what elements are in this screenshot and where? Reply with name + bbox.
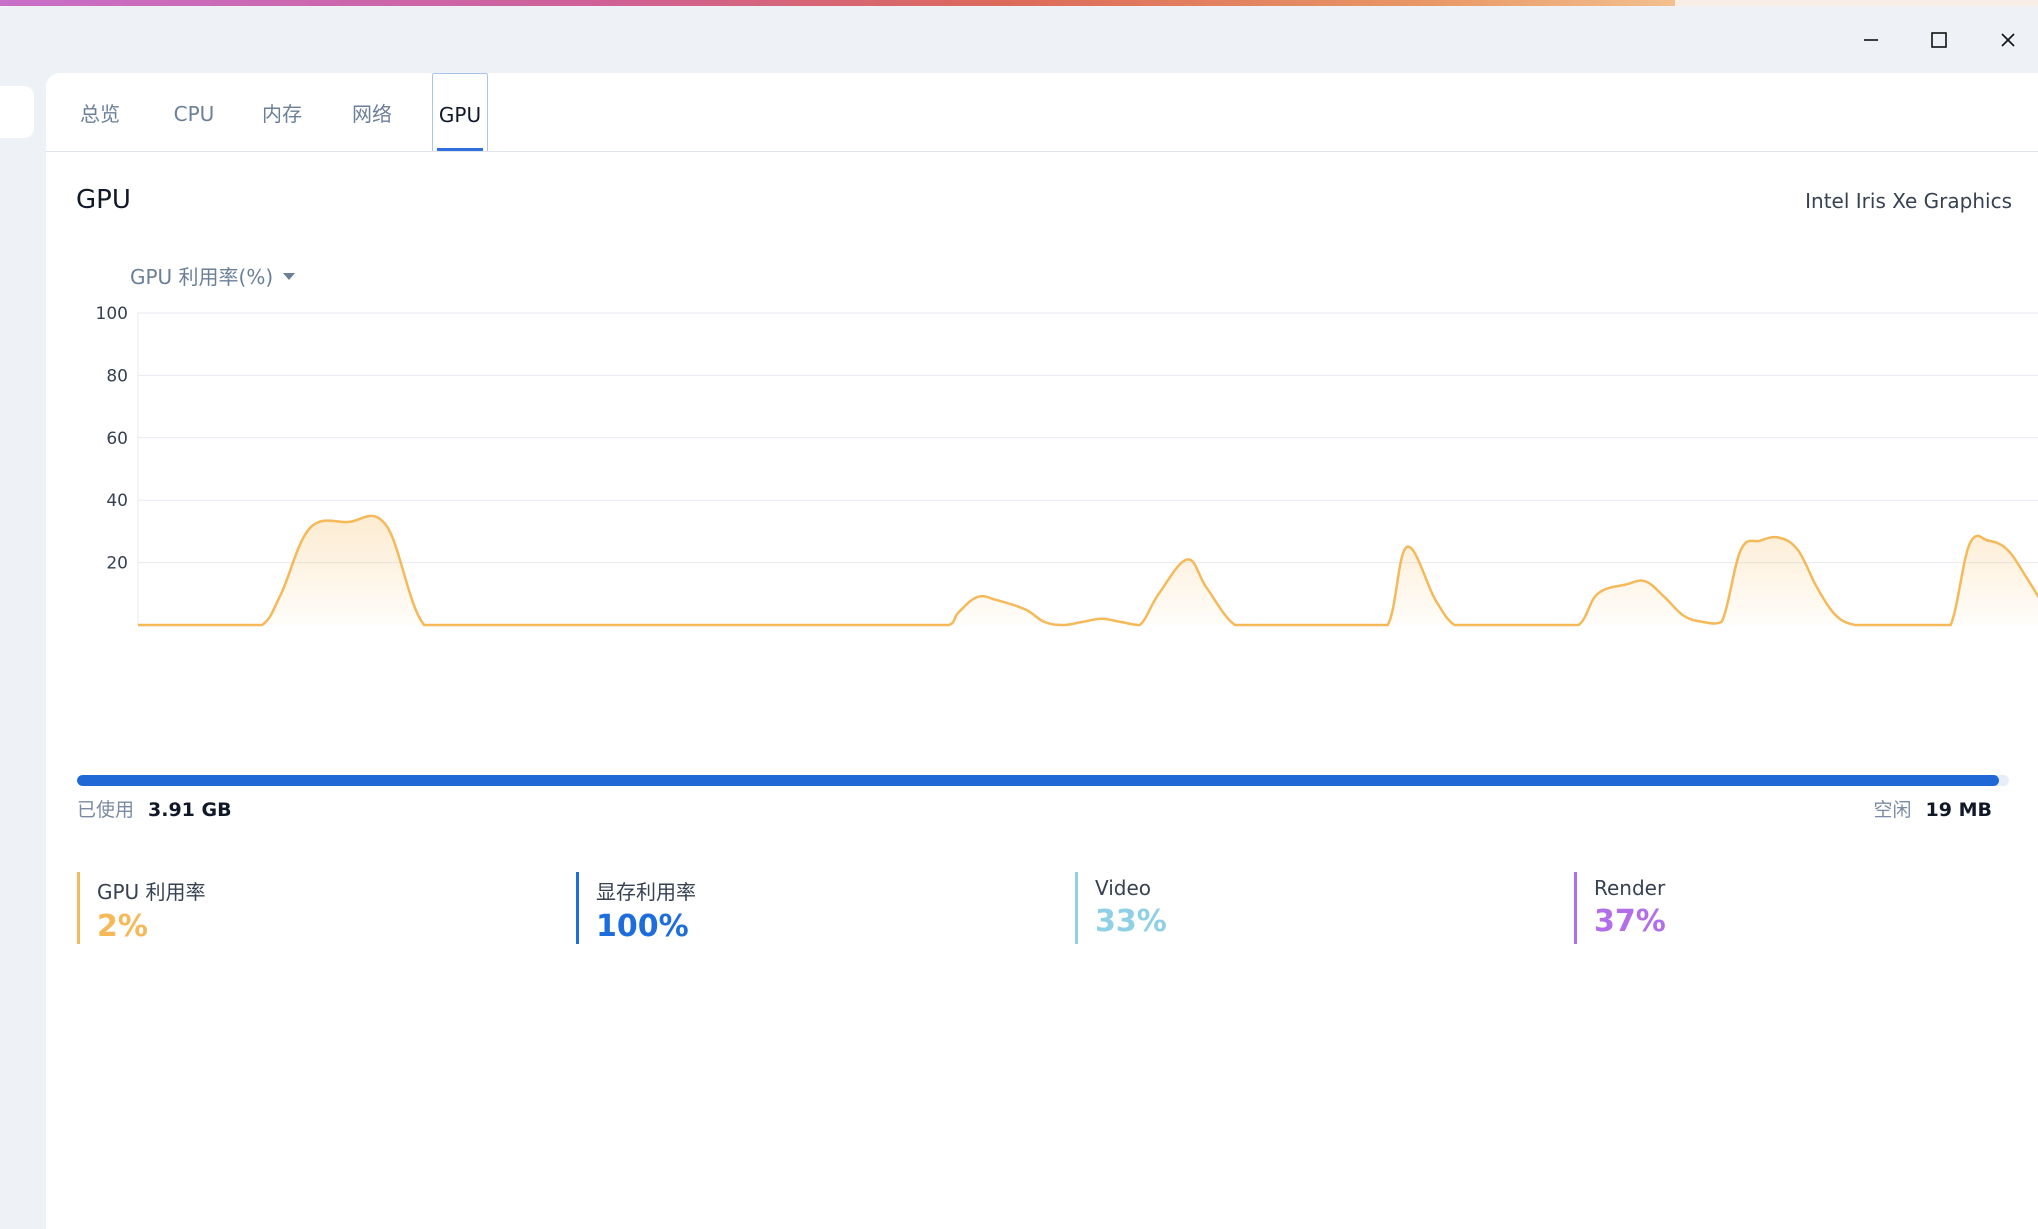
- memory-free: 空闲 19 MB: [1874, 795, 1992, 822]
- memory-usage-bar-fill: [77, 775, 2000, 786]
- stat-video: Video 33%: [1075, 872, 1167, 944]
- stat-color-bar: [1075, 872, 1078, 944]
- stat-label: Video: [1095, 876, 1152, 900]
- tab-overview[interactable]: 总览: [72, 73, 128, 151]
- stat-value: 2%: [97, 909, 148, 944]
- tab-cpu[interactable]: CPU: [166, 73, 222, 151]
- metric-dropdown-label: GPU 利用率(%): [130, 265, 274, 289]
- memory-used: 已使用 3.91 GB: [77, 795, 232, 822]
- page-title: GPU: [76, 185, 131, 215]
- y-tick-label: 20: [106, 554, 128, 574]
- caret-down-icon: [283, 273, 296, 280]
- gpu-usage-chart: 20 40 60 80 100: [96, 304, 2038, 627]
- stat-render: Render 37%: [1574, 872, 1666, 944]
- stat-color-bar: [1574, 872, 1577, 944]
- memory-free-value: 19 MB: [1925, 799, 1992, 821]
- stat-label: Render: [1594, 876, 1666, 900]
- tab-gpu-label: GPU: [438, 103, 482, 127]
- y-tick-label: 60: [106, 429, 128, 449]
- tab-active-indicator: [437, 148, 483, 151]
- close-icon: [2001, 33, 2015, 47]
- maximize-icon: [1931, 32, 1947, 48]
- y-tick-label: 80: [106, 366, 128, 386]
- tab-memory[interactable]: 内存: [254, 73, 310, 151]
- stat-color-bar: [77, 872, 80, 944]
- memory-used-label: 已使用: [77, 799, 135, 821]
- stat-label: GPU 利用率: [97, 880, 206, 904]
- stat-gpu-utilization: GPU 利用率 2%: [77, 872, 206, 944]
- memory-used-value: 3.91 GB: [148, 799, 232, 821]
- y-tick-label: 100: [96, 304, 128, 324]
- stat-value: 37%: [1594, 904, 1666, 939]
- tab-bar: 总览 CPU 内存 网络 GPU: [46, 73, 2038, 152]
- y-tick-label: 40: [106, 491, 128, 511]
- memory-usage-bar: [77, 775, 2009, 786]
- tab-gpu[interactable]: GPU: [432, 73, 488, 151]
- sidebar-edge: [0, 86, 34, 138]
- maximize-button[interactable]: [1911, 14, 1967, 66]
- stat-color-bar: [576, 872, 579, 944]
- stat-label: 显存利用率: [596, 880, 696, 904]
- stat-value: 100%: [596, 909, 689, 944]
- stat-vram-utilization: 显存利用率 100%: [576, 872, 696, 944]
- close-button[interactable]: [1980, 14, 2036, 66]
- minimize-button[interactable]: [1843, 14, 1899, 66]
- window-top-accent: [0, 0, 1675, 6]
- performance-panel: 总览 CPU 内存 网络 GPU GPU Intel Iris Xe Graph…: [46, 73, 2038, 1229]
- minimize-icon: [1864, 39, 1878, 41]
- gpu-device-name: Intel Iris Xe Graphics: [1805, 189, 2012, 213]
- metric-dropdown[interactable]: GPU 利用率(%): [130, 261, 296, 290]
- window-top-accent-tail: [1675, 0, 2038, 6]
- stat-value: 33%: [1095, 904, 1167, 939]
- tab-network[interactable]: 网络: [344, 73, 400, 151]
- memory-free-label: 空闲: [1873, 799, 1912, 821]
- series-area: [138, 515, 2038, 625]
